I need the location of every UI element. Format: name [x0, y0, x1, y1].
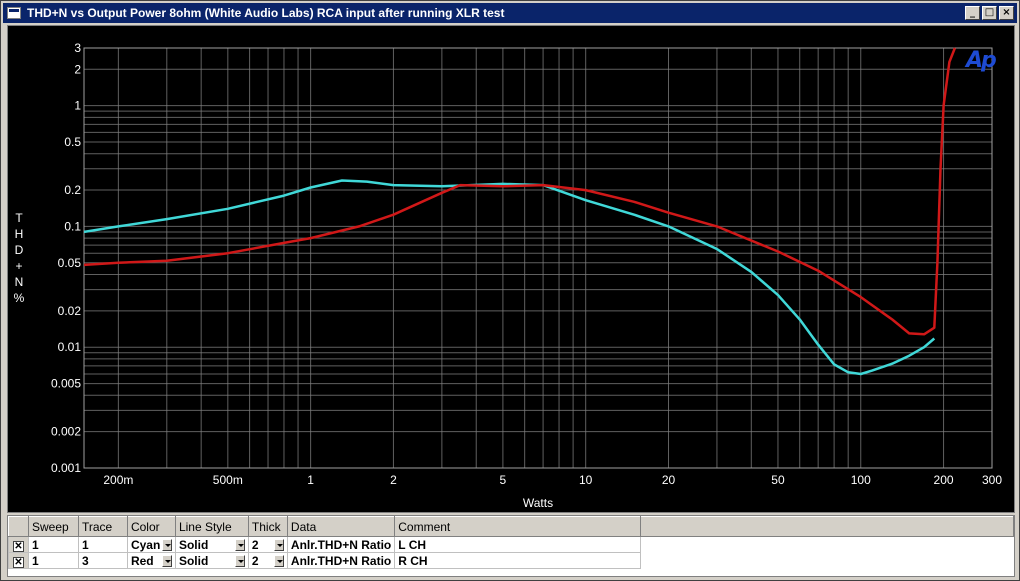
x-tick-label: 100 [851, 473, 871, 487]
y-tick-label: 2 [74, 62, 81, 76]
y-tick-label: 0.005 [51, 377, 81, 391]
thd-chart[interactable]: 3 2 1 0.5 0.2 0.1 0.05 0.02 0.01 0.005 0.002 0.001 2… [8, 26, 1014, 512]
y-axis-label-char: T [15, 211, 23, 225]
y-tick-label: 0.001 [51, 461, 81, 475]
y-axis-label-char: N [15, 275, 24, 289]
cell-filler [640, 552, 1014, 569]
x-tick-label: 5 [500, 473, 507, 487]
y-tick-label: 1 [74, 99, 81, 113]
table-row[interactable]: ✕ 1 1 Cyan Solid 2 Anlr.THD+N Ratio L CH [8, 536, 1014, 553]
x-tick-label: 10 [579, 473, 593, 487]
y-tick-label: 0.002 [51, 425, 81, 439]
x-tick-label: 2 [390, 473, 397, 487]
header-comment[interactable]: Comment [394, 516, 642, 537]
trace-table: Sweep Trace Color Line Style Thick Data … [8, 516, 1014, 569]
color-dropdown-icon[interactable] [161, 554, 172, 567]
row-checkbox-cell[interactable]: ✕ [8, 552, 29, 569]
y-axis-label-char: + [15, 259, 22, 273]
line-style-dropdown-icon[interactable] [234, 554, 245, 567]
y-tick-label: 0.05 [58, 256, 82, 270]
cell-filler [640, 536, 1014, 553]
line-style-value: Solid [178, 537, 209, 552]
cell-color[interactable]: Cyan [126, 536, 176, 553]
window-icon[interactable] [7, 7, 21, 19]
header-thick[interactable]: Thick [247, 516, 288, 537]
cell-trace[interactable]: 3 [77, 552, 128, 569]
row-checkbox-cell[interactable]: ✕ [8, 536, 29, 553]
y-axis-label-char: D [15, 243, 24, 257]
cell-trace[interactable]: 1 [77, 536, 128, 553]
cell-data[interactable]: Anlr.THD+N Ratio [286, 552, 396, 569]
title-bar[interactable]: THD+N vs Output Power 8ohm (White Audio … [3, 3, 1017, 23]
cell-comment[interactable]: R CH [394, 552, 642, 569]
thick-dropdown-icon[interactable] [273, 554, 284, 567]
cell-color[interactable]: Red [126, 552, 176, 569]
cell-line-style[interactable]: Solid [174, 552, 249, 569]
y-axis-label-char: H [15, 227, 24, 241]
header-data[interactable]: Data [286, 516, 396, 537]
close-button[interactable]: × [999, 6, 1014, 20]
ap-logo: Ap [966, 48, 997, 73]
header-filler [640, 516, 1014, 537]
x-tick-label: 200m [103, 473, 133, 487]
thick-value: 2 [251, 537, 259, 552]
row-checkbox[interactable]: ✕ [12, 556, 24, 568]
thick-dropdown-icon[interactable] [273, 538, 284, 551]
row-checkbox[interactable]: ✕ [12, 540, 24, 552]
table-header-row: Sweep Trace Color Line Style Thick Data … [8, 516, 1014, 537]
y-tick-label: 0.01 [58, 340, 82, 354]
x-axis-label: Watts [523, 496, 553, 510]
x-tick-label: 1 [307, 473, 314, 487]
cell-data[interactable]: Anlr.THD+N Ratio [286, 536, 396, 553]
cell-line-style[interactable]: Solid [174, 536, 249, 553]
x-tick-label: 300 [982, 473, 1002, 487]
graph-panel[interactable]: 3 2 1 0.5 0.2 0.1 0.05 0.02 0.01 0.005 0.002 0.001 2… [7, 25, 1015, 513]
window-controls: _ □ × [965, 6, 1014, 20]
x-tick-label: 500m [213, 473, 243, 487]
header-trace[interactable]: Trace [77, 516, 128, 537]
y-tick-label: 0.02 [58, 304, 82, 318]
y-axis-label-char: % [14, 291, 25, 305]
y-tick-label: 0.1 [64, 219, 81, 233]
color-dropdown-icon[interactable] [161, 538, 172, 551]
color-value: Cyan [130, 537, 161, 552]
y-tick-label: 0.5 [64, 135, 81, 149]
trace-table-panel: Sweep Trace Color Line Style Thick Data … [7, 515, 1015, 577]
header-checkbox-col [8, 516, 29, 537]
app-window: THD+N vs Output Power 8ohm (White Audio … [0, 0, 1020, 581]
line-style-value: Solid [178, 553, 209, 568]
cell-comment[interactable]: L CH [394, 536, 642, 553]
maximize-button[interactable]: □ [982, 6, 997, 20]
thick-value: 2 [251, 553, 259, 568]
minimize-button[interactable]: _ [965, 6, 980, 20]
y-tick-label: 3 [74, 41, 81, 55]
x-tick-label: 50 [771, 473, 785, 487]
cell-sweep[interactable]: 1 [27, 552, 79, 569]
x-tick-label: 20 [662, 473, 676, 487]
window-title: THD+N vs Output Power 8ohm (White Audio … [27, 6, 505, 20]
y-tick-label: 0.2 [64, 183, 81, 197]
color-value: Red [130, 553, 154, 568]
cell-thick[interactable]: 2 [247, 552, 288, 569]
cell-sweep[interactable]: 1 [27, 536, 79, 553]
header-color[interactable]: Color [126, 516, 176, 537]
header-line-style[interactable]: Line Style [174, 516, 249, 537]
x-tick-label: 200 [934, 473, 954, 487]
line-style-dropdown-icon[interactable] [234, 538, 245, 551]
cell-thick[interactable]: 2 [247, 536, 288, 553]
header-sweep[interactable]: Sweep [27, 516, 79, 537]
table-row[interactable]: ✕ 1 3 Red Solid 2 Anlr.THD+N Ratio R CH [8, 552, 1014, 569]
